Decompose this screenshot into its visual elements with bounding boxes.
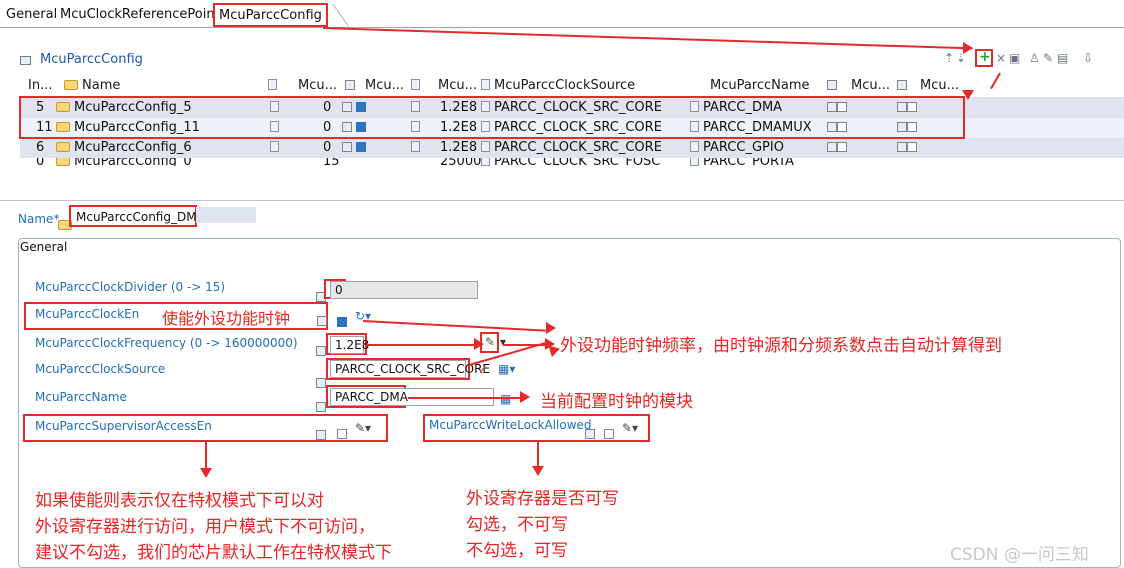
- copy-icon[interactable]: ▣: [1009, 51, 1020, 65]
- arrow-freq-to-calc-head: [474, 338, 484, 350]
- arrow-add-down-head: [962, 90, 974, 100]
- delete-icon[interactable]: ×: [996, 51, 1006, 65]
- arrow-name-to-note: [408, 397, 520, 399]
- header-mcu-5[interactable]: Mcu...: [920, 78, 959, 93]
- header-source[interactable]: McuParccClockSource: [481, 78, 635, 93]
- field-clock-en-label: McuParccClockEn: [35, 307, 140, 321]
- header-col7-icon: [827, 78, 837, 93]
- screenshot-root: General McuClockReferencePoint McuParccC…: [0, 0, 1124, 568]
- tab-mcuparccconfig[interactable]: McuParccConfig: [213, 3, 328, 27]
- supervisor-field-icon: [316, 424, 326, 443]
- note-module: 当前配置时钟的模块: [540, 392, 693, 412]
- header-parcc-name[interactable]: McuParccName: [710, 78, 810, 93]
- arrow-writelock-down-head: [532, 466, 544, 476]
- name-field-icon: [316, 396, 326, 415]
- supervisor-edit-icon[interactable]: ✎▾: [355, 421, 371, 435]
- header-col2-icon: [345, 78, 355, 93]
- name-label: Name*: [18, 212, 60, 226]
- watermark: CSDN @一问三知: [950, 545, 1089, 565]
- top-tab-bar: General McuClockReferencePoint McuParccC…: [0, 0, 1124, 28]
- header-mcu-2[interactable]: Mcu...: [365, 78, 404, 93]
- export-icon[interactable]: ⇩: [1083, 51, 1093, 65]
- field-supervisor-label: McuParccSupervisorAccessEn: [35, 419, 212, 433]
- clock-divider-value[interactable]: 0: [330, 281, 478, 299]
- name-dropdown-icon[interactable]: ▦: [500, 392, 511, 406]
- note-clock-en: 使能外设功能时钟: [162, 309, 291, 328]
- note-writelock: 外设寄存器是否可写 勾选，不可写 不勾选，可写: [466, 489, 619, 561]
- clock-en-field-icon: [317, 310, 327, 329]
- table-icon: [20, 56, 31, 65]
- source-dropdown-icon[interactable]: ▦▾: [498, 362, 515, 376]
- person-icon[interactable]: ♙: [1029, 51, 1040, 65]
- writelock-checkbox[interactable]: [604, 423, 614, 442]
- field-writelock-label: McuParccWriteLockAllowed: [429, 418, 592, 432]
- clock-source-value[interactable]: PARCC_CLOCK_SRC_CORE: [330, 360, 490, 378]
- arrow-clock-en-to-freq-note-head: [546, 322, 556, 334]
- calc-icon[interactable]: ✎: [485, 335, 495, 349]
- clock-frequency-value[interactable]: 1.2E8: [330, 336, 369, 354]
- header-col8-icon: [897, 78, 907, 93]
- field-clock-source-label: McuParccClockSource: [35, 362, 166, 376]
- frequency-field-icon: [316, 340, 326, 359]
- clock-en-checkbox[interactable]: [337, 311, 347, 330]
- name-field-value[interactable]: McuParccConfig_DMA: [76, 210, 205, 224]
- section-title: McuParccConfig: [40, 52, 143, 67]
- table-selection-highlight: [19, 96, 965, 139]
- table-row[interactable]: 0 McuParccConfig_0 15 25000 PARCC_CLOCK_…: [20, 158, 1124, 166]
- header-col3-icon: [411, 78, 424, 93]
- arrow-tab-to-add: [322, 27, 973, 50]
- add-icon[interactable]: +: [979, 49, 991, 65]
- field-clock-frequency-label: McuParccClockFrequency (0 -> 160000000): [35, 336, 298, 350]
- tab-mcu-clock-reference-point[interactable]: McuClockReferencePoint: [60, 4, 220, 26]
- arrow-freq-to-calc: [366, 344, 474, 346]
- field-parcc-name-label: McuParccName: [35, 390, 127, 404]
- arrow-writelock-down: [537, 442, 539, 468]
- arrow-supervisor-down: [205, 442, 207, 470]
- header-col1[interactable]: [268, 78, 281, 93]
- divider: [0, 200, 1124, 201]
- writelock-field-icon: [585, 423, 595, 442]
- edit-icon[interactable]: ✎: [1043, 51, 1053, 65]
- dropdown-arrow[interactable]: ▾: [500, 335, 506, 349]
- field-clock-divider-label: McuParccClockDivider (0 -> 15): [35, 280, 226, 294]
- header-mcu-4[interactable]: Mcu...: [851, 78, 890, 93]
- layout-icon[interactable]: ▤: [1057, 51, 1068, 65]
- header-mcu-3[interactable]: Mcu...: [438, 78, 477, 93]
- header-index[interactable]: In...: [28, 78, 52, 93]
- arrow-tab-to-add-head: [963, 42, 973, 54]
- supervisor-checkbox[interactable]: [337, 423, 347, 442]
- arrow-name-to-note-head: [520, 391, 530, 403]
- check-icon: ✓: [478, 362, 489, 376]
- name-field-tail[interactable]: [196, 207, 256, 223]
- note-frequency: 外设功能时钟频率，由时钟源和分频系数点击自动计算得到: [560, 336, 1002, 356]
- general-tab[interactable]: General: [20, 240, 67, 260]
- writelock-edit-icon[interactable]: ✎▾: [622, 421, 638, 435]
- up-icon[interactable]: ⇡: [944, 51, 954, 65]
- source-field-icon: [316, 372, 326, 391]
- tab-general[interactable]: General: [6, 4, 57, 26]
- table-row[interactable]: 6 McuParccConfig_6 0 1.2E8 PARCC_CLOCK_S…: [20, 138, 1124, 158]
- arrow-supervisor-down-head: [200, 468, 212, 478]
- header-mcu-1[interactable]: Mcu...: [298, 78, 337, 93]
- header-name[interactable]: Name: [64, 78, 120, 93]
- note-supervisor: 如果使能则表示仅在特权模式下可以对 外设寄存器进行访问，用户模式下不可访问， 建…: [35, 491, 392, 563]
- table-header: In... Name Mcu... Mcu... Mcu... McuParcc…: [20, 74, 1124, 98]
